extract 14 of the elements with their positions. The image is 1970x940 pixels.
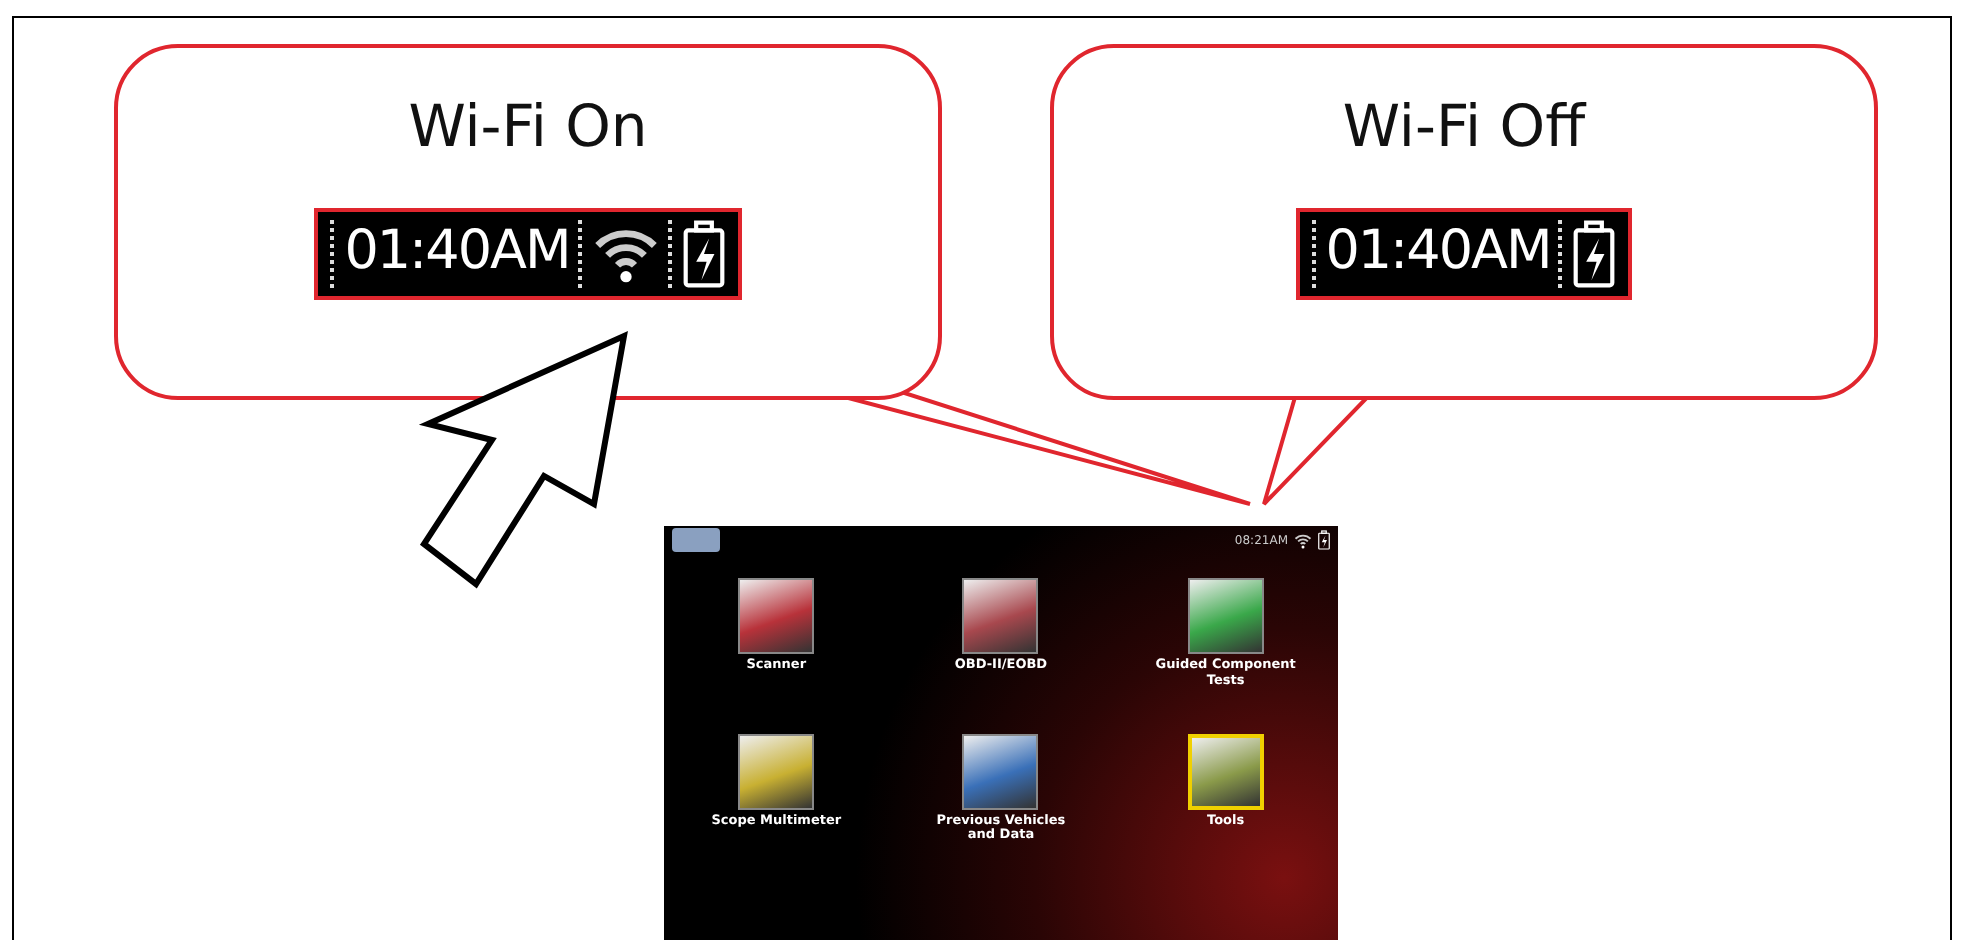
home-icon xyxy=(672,528,720,552)
app-tile-icon[interactable] xyxy=(962,733,1039,810)
battery-charging-icon xyxy=(681,219,726,287)
callout-title: Wi-Fi Off xyxy=(1342,90,1586,164)
battery-charging-icon xyxy=(1318,530,1330,550)
callout-title: Wi-Fi On xyxy=(408,90,648,164)
app-tile-icon[interactable] xyxy=(738,733,815,810)
app-tile-icon[interactable] xyxy=(738,578,815,654)
clock-time: 01:40AM xyxy=(344,218,570,287)
app-tile-icon[interactable] xyxy=(1187,733,1264,810)
battery-charging-icon xyxy=(1572,219,1617,287)
app-tile-icon[interactable] xyxy=(1187,578,1264,654)
app-tile-icon[interactable] xyxy=(962,578,1039,654)
clock-time: 01:40AM xyxy=(1325,218,1551,287)
